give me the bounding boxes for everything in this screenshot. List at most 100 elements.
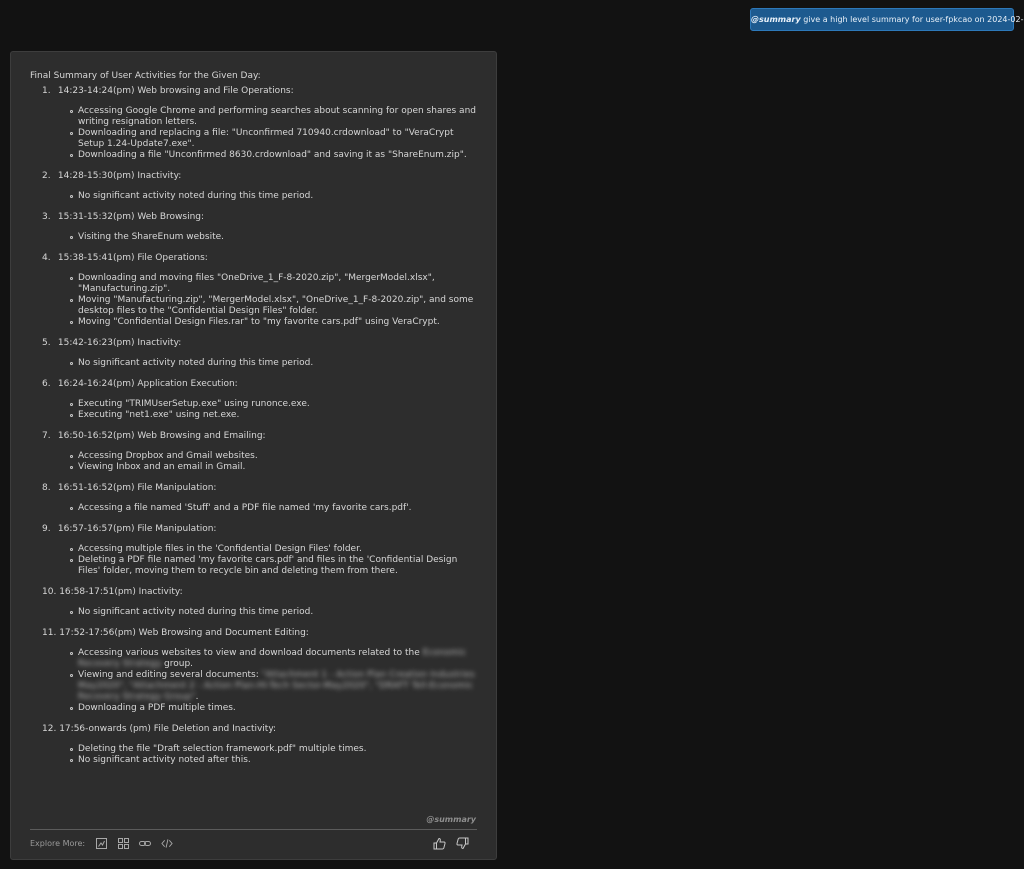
section-number: 6. (42, 379, 51, 389)
summary-section: 2. 14:28-15:30(pm) Inactivity: No signifi… (30, 171, 478, 212)
list-item: Deleting a PDF file named 'my favorite c… (70, 555, 478, 577)
summary-section: 10. 16:58-17:51(pm) Inactivity: No signif… (30, 587, 478, 628)
list-item: Downloading a PDF multiple times. (70, 703, 478, 714)
section-number: 9. (42, 524, 51, 534)
section-bullets: No significant activity noted during thi… (30, 607, 478, 618)
summary-section: 5. 15:42-16:23(pm) Inactivity: No signifi… (30, 338, 478, 379)
list-item: Downloading and moving files "OneDrive_1… (70, 273, 478, 295)
section-bullets: No significant activity noted during thi… (30, 358, 478, 369)
section-title-text: 15:38-15:41(pm) File Operations: (57, 253, 208, 263)
thumbs-down-icon[interactable] (456, 837, 469, 850)
section-title: 6. 16:24-16:24(pm) Application Execution… (30, 379, 478, 399)
summary-section: 6. 16:24-16:24(pm) Application Execution… (30, 379, 478, 431)
section-title-text: 17:56-onwards (pm) File Deletion and Ina… (59, 724, 277, 734)
section-title-text: 16:58-17:51(pm) Inactivity: (59, 587, 183, 597)
summary-section: 8. 16:51-16:52(pm) File Manipulation: Acc… (30, 483, 478, 524)
section-title: 8. 16:51-16:52(pm) File Manipulation: (30, 483, 478, 503)
summary-tag: @summary (426, 815, 476, 824)
explore-more-label: Explore More: (30, 839, 86, 848)
section-title: 11. 17:52-17:56(pm) Web Browsing and Doc… (30, 628, 478, 648)
section-number: 1. (42, 86, 51, 96)
section-title: 4. 15:38-15:41(pm) File Operations: (30, 253, 478, 273)
section-title: 7. 16:50-16:52(pm) Web Browsing and Emai… (30, 431, 478, 451)
summary-content: Final Summary of User Activities for the… (30, 71, 478, 776)
section-number: 2. (42, 171, 51, 181)
command-tag: @summary (751, 15, 801, 24)
section-title-text: 16:51-16:52(pm) File Manipulation: (57, 483, 217, 493)
section-title-text: 17:52-17:56(pm) Web Browsing and Documen… (59, 628, 309, 638)
list-item: Viewing Inbox and an email in Gmail. (70, 462, 478, 473)
grid-icon[interactable] (117, 837, 129, 849)
section-title-text: 14:28-15:30(pm) Inactivity: (57, 171, 182, 181)
summary-section: 11. 17:52-17:56(pm) Web Browsing and Doc… (30, 628, 478, 724)
summary-sections: 1. 14:23-14:24(pm) Web browsing and File… (30, 86, 478, 776)
section-title: 5. 15:42-16:23(pm) Inactivity: (30, 338, 478, 358)
section-title: 9. 16:57-16:57(pm) File Manipulation: (30, 524, 478, 544)
section-bullets: Accessing Dropbox and Gmail websites. Vie… (30, 451, 478, 473)
section-number: 3. (42, 212, 51, 222)
list-item: Viewing and editing several documents: "… (70, 670, 478, 703)
list-item: Moving "Confidential Design Files.rar" t… (70, 317, 478, 328)
summary-section: 7. 16:50-16:52(pm) Web Browsing and Emai… (30, 431, 478, 483)
section-number: 10. (42, 587, 57, 597)
list-item: Accessing multiple files in the 'Confide… (70, 544, 478, 555)
section-title-text: 15:31-15:32(pm) Web Browsing: (57, 212, 205, 222)
section-title: 10. 16:58-17:51(pm) Inactivity: (30, 587, 478, 607)
section-title-text: 16:50-16:52(pm) Web Browsing and Emailin… (57, 431, 266, 441)
list-item: Executing "net1.exe" using net.exe. (70, 410, 478, 421)
list-item: No significant activity noted during thi… (70, 607, 478, 618)
list-item: Visiting the ShareEnum website. (70, 232, 478, 243)
list-item: No significant activity noted during thi… (70, 358, 478, 369)
summary-section: 3. 15:31-15:32(pm) Web Browsing: Visiting… (30, 212, 478, 253)
list-item: Executing "TRIMUserSetup.exe" using runo… (70, 399, 478, 410)
section-title: 3. 15:31-15:32(pm) Web Browsing: (30, 212, 478, 232)
section-title: 12. 17:56-onwards (pm) File Deletion and… (30, 724, 478, 744)
section-title-text: 16:57-16:57(pm) File Manipulation: (57, 524, 217, 534)
section-bullets: Deleting the file "Draft selection frame… (30, 744, 478, 766)
list-item: Deleting the file "Draft selection frame… (70, 744, 478, 755)
section-bullets: Executing "TRIMUserSetup.exe" using runo… (30, 399, 478, 421)
section-bullets: Accessing Google Chrome and performing s… (30, 106, 478, 161)
list-item: Accessing various websites to view and d… (70, 648, 478, 670)
section-bullets: No significant activity noted during thi… (30, 191, 478, 202)
summary-section: 9. 16:57-16:57(pm) File Manipulation: Acc… (30, 524, 478, 587)
list-item: Accessing a file named 'Stuff' and a PDF… (70, 503, 478, 514)
section-title: 1. 14:23-14:24(pm) Web browsing and File… (30, 86, 478, 106)
list-item: Moving "Manufacturing.zip", "MergerModel… (70, 295, 478, 317)
section-number: 12. (42, 724, 57, 734)
summary-response-card: Final Summary of User Activities for the… (10, 51, 497, 860)
list-item: Downloading a file "Unconfirmed 8630.crd… (70, 150, 478, 161)
list-item: Downloading and replacing a file: "Uncon… (70, 128, 478, 150)
list-item: No significant activity noted during thi… (70, 191, 478, 202)
section-number: 7. (42, 431, 51, 441)
section-number: 4. (42, 253, 51, 263)
section-bullets: Accessing a file named 'Stuff' and a PDF… (30, 503, 478, 514)
section-bullets: Downloading and moving files "OneDrive_1… (30, 273, 478, 328)
link-icon[interactable] (139, 837, 151, 849)
section-title-text: 14:23-14:24(pm) Web browsing and File Op… (57, 86, 294, 96)
list-item: Accessing Google Chrome and performing s… (70, 106, 476, 127)
section-title-text: 16:24-16:24(pm) Application Execution: (57, 379, 238, 389)
code-icon[interactable] (161, 837, 173, 849)
user-message-bubble: @summary give a high level summary for u… (750, 8, 1024, 31)
section-title: 2. 14:28-15:30(pm) Inactivity: (30, 171, 478, 191)
chart-icon[interactable] (95, 837, 107, 849)
redacted-text: Economic Recovery Strategy (78, 648, 467, 669)
section-bullets: Visiting the ShareEnum website. (30, 232, 478, 243)
summary-section: 12. 17:56-onwards (pm) File Deletion and… (30, 724, 478, 776)
user-message-text: give a high level summary for user-fpkca… (800, 15, 1024, 24)
thumbs-up-icon[interactable] (433, 837, 446, 850)
section-bullets: Accessing multiple files in the 'Confide… (30, 544, 478, 577)
redacted-text: "Attachment 1 - Action Plan Creation Ind… (78, 670, 475, 702)
summary-heading: Final Summary of User Activities for the… (30, 71, 261, 81)
